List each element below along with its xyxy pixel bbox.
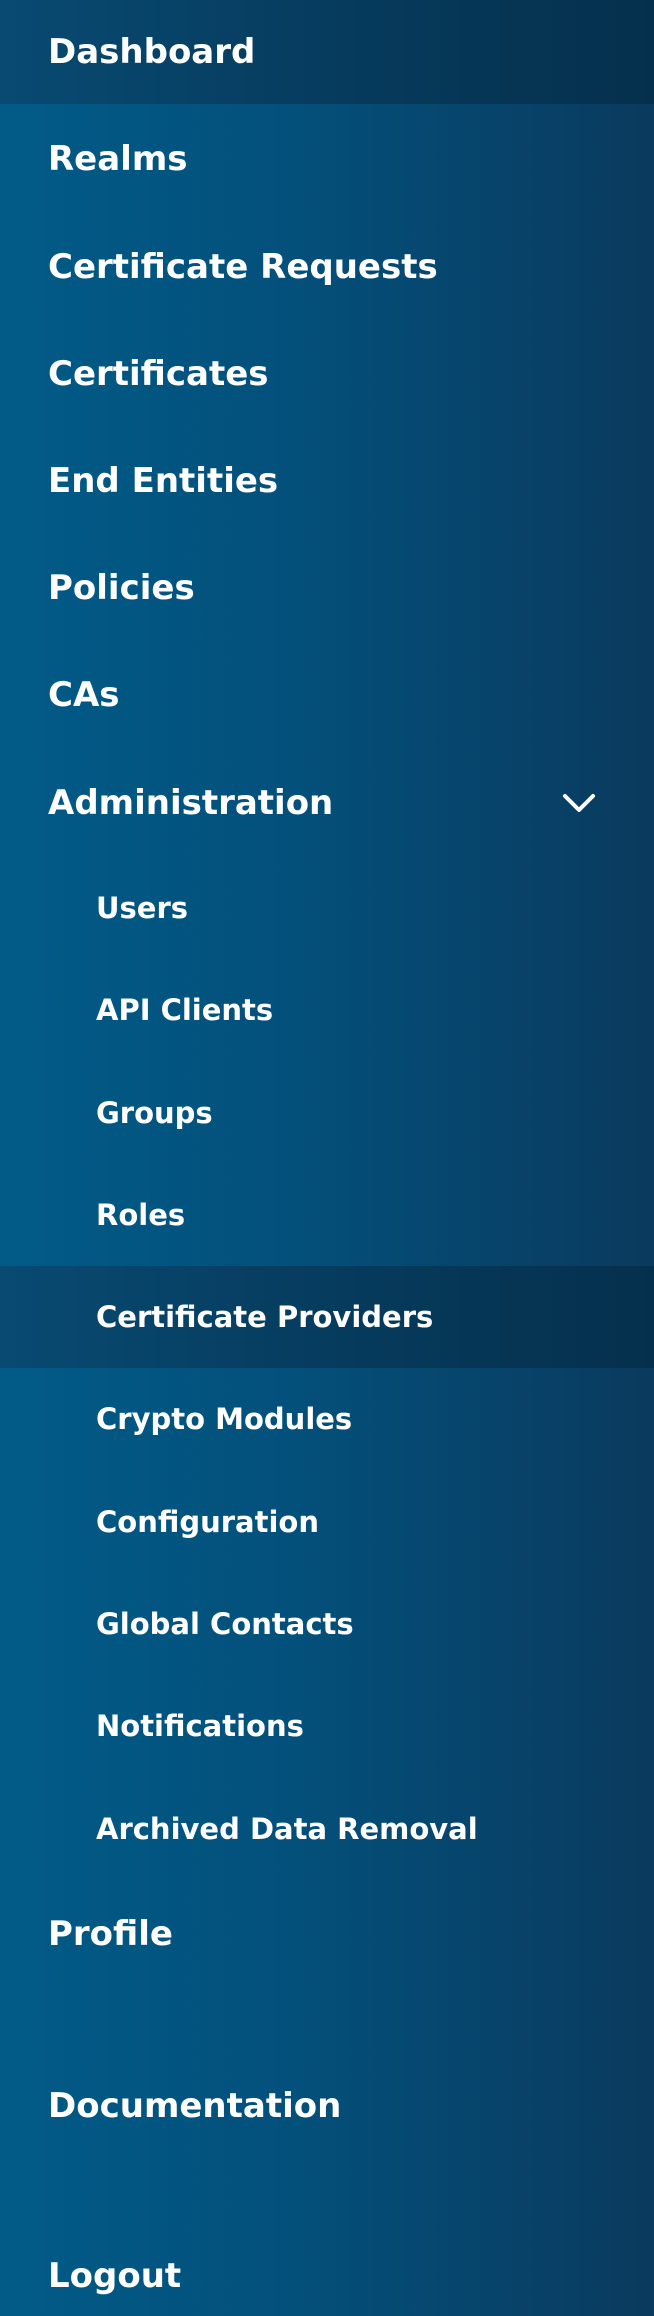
sidebar-item-label: Documentation [48, 2086, 342, 2126]
sidebar-item-profile[interactable]: Profile [0, 1882, 654, 1986]
sidebar-item-certificates[interactable]: Certificates [0, 322, 654, 426]
sidebar-subitem-label: Users [96, 891, 189, 925]
sidebar-item-label: Administration [48, 783, 334, 823]
sidebar-subitem-label: Global Contacts [96, 1607, 354, 1641]
sidebar-subitem-label: Archived Data Removal [96, 1812, 478, 1846]
sidebar-item-label: Profile [48, 1914, 173, 1954]
sidebar-item-label: Logout [48, 2256, 182, 2296]
sidebar-item-administration[interactable]: Administration [0, 751, 654, 855]
sidebar-item-dashboard[interactable]: Dashboard [0, 0, 654, 104]
sidebar-subitem-users[interactable]: Users [0, 857, 654, 959]
sidebar-subitem-notifications[interactable]: Notifications [0, 1675, 654, 1777]
sidebar-subitem-configuration[interactable]: Configuration [0, 1471, 654, 1573]
sidebar-item-label: Realms [48, 139, 188, 179]
sidebar-subitem-archived-data-removal[interactable]: Archived Data Removal [0, 1778, 654, 1880]
sidebar-item-label: Certificate Requests [48, 247, 438, 287]
sidebar-subitem-certificate-providers[interactable]: Certificate Providers [0, 1266, 654, 1368]
sidebar-item-label: End Entities [48, 461, 279, 501]
sidebar-item-label: Dashboard [48, 32, 256, 72]
sidebar-subitem-groups[interactable]: Groups [0, 1062, 654, 1164]
sidebar-subitem-label: Configuration [96, 1505, 319, 1539]
sidebar-subitem-global-contacts[interactable]: Global Contacts [0, 1573, 654, 1675]
sidebar-subitem-api-clients[interactable]: API Clients [0, 959, 654, 1061]
sidebar-subitem-label: Groups [96, 1096, 213, 1130]
sidebar-item-documentation[interactable]: Documentation [0, 2054, 654, 2158]
sidebar-subitem-label: API Clients [96, 993, 274, 1027]
sidebar-subitem-crypto-modules[interactable]: Crypto Modules [0, 1368, 654, 1470]
sidebar-subitem-label: Crypto Modules [96, 1402, 353, 1436]
sidebar-item-certificate-requests[interactable]: Certificate Requests [0, 215, 654, 319]
sidebar-subitem-roles[interactable]: Roles [0, 1164, 654, 1266]
sidebar-nav: Dashboard Realms Certificate Requests Ce… [0, 0, 654, 2316]
sidebar-item-end-entities[interactable]: End Entities [0, 429, 654, 533]
sidebar-item-logout[interactable]: Logout [0, 2224, 654, 2316]
sidebar-subitem-label: Notifications [96, 1709, 304, 1743]
sidebar-item-realms[interactable]: Realms [0, 107, 654, 211]
sidebar-item-label: Certificates [48, 354, 269, 394]
sidebar-subitem-label: Roles [96, 1198, 186, 1232]
sidebar-item-label: Policies [48, 568, 195, 608]
chevron-down-icon[interactable] [562, 792, 596, 814]
sidebar-subitem-label: Certificate Providers [96, 1300, 434, 1334]
sidebar-item-label: CAs [48, 675, 120, 715]
sidebar-item-cas[interactable]: CAs [0, 643, 654, 747]
sidebar-item-policies[interactable]: Policies [0, 536, 654, 640]
